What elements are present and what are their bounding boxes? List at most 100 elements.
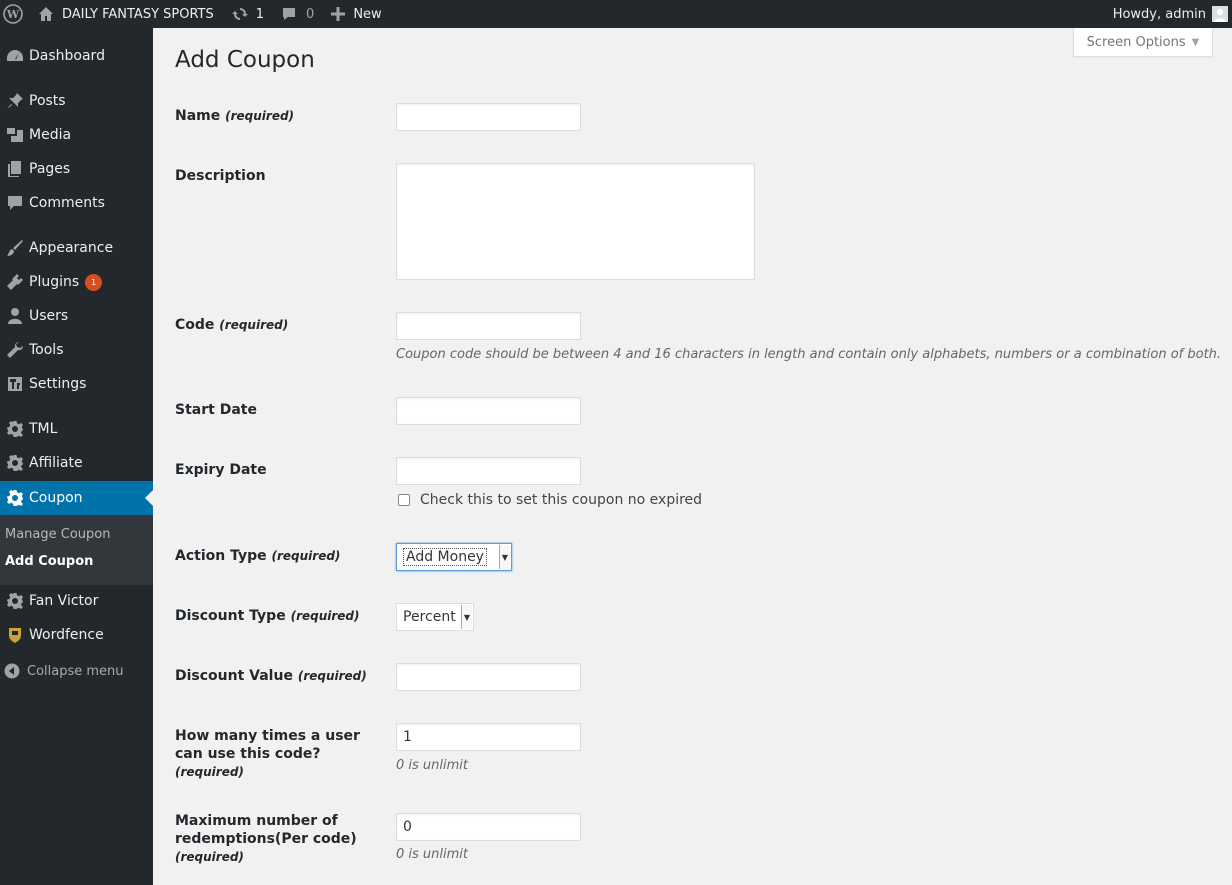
sidebar-item-label: Pages bbox=[29, 161, 71, 177]
submenu-item-manage-coupon[interactable]: Manage Coupon bbox=[5, 527, 111, 542]
sidebar-item-comments[interactable]: Comments bbox=[0, 186, 153, 220]
howdy-text: Howdy, admin bbox=[1112, 6, 1206, 22]
sidebar-item-wordfence[interactable]: Wordfence bbox=[0, 618, 153, 652]
name-label-text: Name bbox=[175, 108, 221, 124]
new-label: New bbox=[353, 6, 382, 22]
sidebar-item-label: Users bbox=[29, 308, 69, 324]
sidebar-item-plugins[interactable]: Plugins 1 bbox=[0, 265, 153, 299]
sidebar-item-label: Dashboard bbox=[29, 48, 105, 64]
pages-icon bbox=[0, 160, 29, 178]
media-icon bbox=[0, 126, 29, 144]
user-icon bbox=[0, 307, 29, 325]
plus-icon bbox=[331, 7, 346, 21]
expiry-date-input[interactable] bbox=[396, 457, 581, 485]
action-type-label-text: Action Type bbox=[175, 548, 267, 564]
admin-bar: W DAILY FANTASY SPORTS 1 0 New Howdy, ad… bbox=[0, 0, 1232, 28]
required-marker: (required) bbox=[271, 549, 341, 563]
sidebar-item-label: Coupon bbox=[29, 490, 83, 506]
sidebar-item-settings[interactable]: Settings bbox=[0, 367, 153, 401]
sidebar-item-label: Posts bbox=[29, 93, 66, 109]
max-redemptions-input[interactable]: 0 bbox=[396, 813, 581, 841]
required-marker: (required) bbox=[297, 669, 367, 683]
sidebar-item-coupon[interactable]: Coupon bbox=[0, 481, 153, 515]
gear-icon bbox=[0, 489, 29, 507]
home-icon bbox=[38, 6, 54, 22]
discount-type-label-text: Discount Type bbox=[175, 608, 286, 624]
max-redemptions-help: 0 is unlimit bbox=[396, 847, 468, 862]
sidebar-item-label: Plugins bbox=[29, 274, 80, 290]
description-label: Description bbox=[175, 168, 266, 184]
sidebar-item-label: Appearance bbox=[29, 240, 114, 256]
code-help-text: Coupon code should be between 4 and 16 c… bbox=[396, 347, 1222, 362]
screen-options-button[interactable]: Screen Options ▼ bbox=[1073, 28, 1213, 57]
sidebar-item-label: Fan Victor bbox=[29, 593, 99, 609]
collapse-menu-label: Collapse menu bbox=[27, 663, 124, 679]
code-label-text: Code bbox=[175, 317, 215, 333]
name-input[interactable] bbox=[396, 103, 581, 131]
updates-count: 1 bbox=[255, 6, 265, 22]
chevron-down-icon: ▼ bbox=[461, 605, 472, 629]
sidebar-item-posts[interactable]: Posts bbox=[0, 84, 153, 118]
required-marker: (required) bbox=[225, 109, 295, 123]
sidebar-item-label: Comments bbox=[29, 195, 105, 211]
gear-icon bbox=[0, 454, 29, 472]
name-label: Name (required) bbox=[175, 107, 375, 125]
sidebar-item-affiliate[interactable]: Affiliate bbox=[0, 446, 153, 480]
collapse-menu-button[interactable]: Collapse menu bbox=[0, 661, 124, 681]
uses-per-user-input[interactable]: 1 bbox=[396, 723, 581, 751]
sidebar-item-tools[interactable]: Tools bbox=[0, 333, 153, 367]
comment-icon bbox=[281, 6, 297, 22]
sidebar-item-label: Tools bbox=[29, 342, 64, 358]
uses-per-user-help: 0 is unlimit bbox=[396, 758, 468, 773]
sidebar-item-users[interactable]: Users bbox=[0, 299, 153, 333]
gear-icon bbox=[0, 420, 29, 438]
comments-link[interactable]: 0 bbox=[271, 0, 321, 28]
sidebar-item-label: Wordfence bbox=[29, 627, 104, 643]
action-type-value: Add Money bbox=[403, 548, 487, 566]
no-expire-option: Check this to set this coupon no expired bbox=[396, 492, 702, 508]
collapse-arrow-icon bbox=[2, 663, 22, 679]
page-title: Add Coupon bbox=[175, 47, 315, 73]
sidebar-item-label: TML bbox=[29, 421, 58, 437]
required-marker: (required) bbox=[219, 318, 289, 332]
svg-text:W: W bbox=[6, 8, 20, 21]
discount-type-select[interactable]: Percent ▼ bbox=[396, 603, 474, 631]
gear-icon bbox=[0, 592, 29, 610]
sidebar-item-label: Settings bbox=[29, 376, 87, 392]
discount-type-label: Discount Type (required) bbox=[175, 607, 375, 625]
chevron-down-icon: ▼ bbox=[499, 545, 510, 569]
sidebar-item-label: Media bbox=[29, 127, 72, 143]
discount-value-input[interactable] bbox=[396, 663, 581, 691]
wordpress-logo-icon[interactable]: W bbox=[0, 0, 30, 28]
sidebar-item-appearance[interactable]: Appearance bbox=[0, 231, 153, 265]
sidebar-item-tml[interactable]: TML bbox=[0, 412, 153, 446]
new-content-link[interactable]: New bbox=[321, 0, 388, 28]
updates-link[interactable]: 1 bbox=[221, 0, 271, 28]
no-expire-checkbox[interactable] bbox=[398, 494, 410, 506]
sidebar-item-dashboard[interactable]: Dashboard bbox=[0, 39, 153, 73]
max-redemptions-label-text: Maximum number of redemptions(Per code) bbox=[175, 813, 357, 847]
sidebar-item-label: Affiliate bbox=[29, 455, 83, 471]
code-input[interactable] bbox=[396, 312, 581, 340]
discount-type-value: Percent bbox=[403, 609, 456, 625]
code-label: Code (required) bbox=[175, 316, 375, 334]
site-name-link[interactable]: DAILY FANTASY SPORTS bbox=[30, 0, 221, 28]
sidebar-item-fan-victor[interactable]: Fan Victor bbox=[0, 584, 153, 618]
start-date-input[interactable] bbox=[396, 397, 581, 425]
sidebar-item-pages[interactable]: Pages bbox=[0, 152, 153, 186]
action-type-select[interactable]: Add Money ▼ bbox=[396, 543, 512, 571]
description-textarea[interactable] bbox=[396, 163, 755, 280]
site-name: DAILY FANTASY SPORTS bbox=[62, 6, 214, 22]
wordfence-icon bbox=[0, 626, 29, 644]
start-date-label: Start Date bbox=[175, 402, 257, 418]
my-account-link[interactable]: Howdy, admin bbox=[1113, 6, 1232, 22]
pin-icon bbox=[0, 92, 29, 110]
submenu-item-add-coupon[interactable]: Add Coupon bbox=[5, 554, 93, 569]
sidebar-item-media[interactable]: Media bbox=[0, 118, 153, 152]
brush-icon bbox=[0, 239, 29, 257]
discount-value-label: Discount Value (required) bbox=[175, 667, 375, 685]
expiry-date-label: Expiry Date bbox=[175, 462, 267, 478]
dashboard-icon bbox=[0, 47, 29, 65]
plugins-update-badge: 1 bbox=[85, 273, 103, 291]
wrench-icon bbox=[0, 341, 29, 359]
